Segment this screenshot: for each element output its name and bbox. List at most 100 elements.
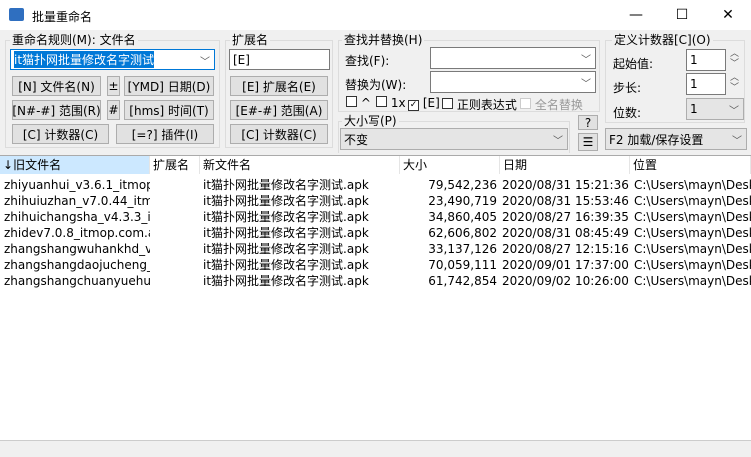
range-button[interactable]: [N#-#] 范围(R) — [12, 100, 101, 120]
start-spinner[interactable]: ︿ ﹀ — [730, 49, 739, 69]
table-row[interactable]: zhiyuanhui_v3.6.1_itmop.com.apk it猫扑网批量修改… — [0, 177, 751, 193]
case-label: 大小写(P) — [342, 114, 399, 128]
option-label: [E] — [422, 96, 440, 110]
table-row[interactable]: zhihuiuzhan_v7.0.44_itmop.com.a... it猫扑网批… — [0, 193, 751, 209]
checkbox[interactable] — [376, 96, 387, 107]
cell-location: C:\Users\mayn\Deskt — [634, 226, 751, 240]
case-value: 不变 — [344, 132, 369, 147]
cell-size: 33,137,126 — [428, 242, 497, 256]
cell-location: C:\Users\mayn\Deskt — [634, 194, 751, 208]
cell-date: 2020/08/31 08:45:49 — [502, 226, 629, 240]
column-size[interactable]: 大小 — [400, 156, 500, 174]
status-bar — [0, 440, 751, 457]
file-list[interactable]: ↓旧文件名 扩展名 新文件名 大小 日期 位置 zhiyuanhui_v3.6.… — [0, 155, 751, 440]
chevron-down-icon: ﹀ — [581, 55, 591, 66]
step-input[interactable]: 1 — [686, 73, 726, 95]
checkbox[interactable] — [346, 96, 357, 107]
cell-new-name: it猫扑网批量修改名字测试.apk — [203, 178, 369, 192]
column-new-name[interactable]: 新文件名 — [200, 156, 400, 174]
rename-rule-combo[interactable]: it猫扑网批量修改名字测试 ﹀ — [10, 49, 215, 70]
cell-size: 70,059,111 — [428, 258, 497, 272]
cell-size: 23,490,719 — [428, 194, 497, 208]
chevron-down-icon: ﹀ — [553, 136, 563, 147]
chevron-down-icon: ﹀ — [729, 106, 739, 117]
step-spinner[interactable]: ︿ ﹀ — [730, 73, 739, 93]
cell-old-name: zhiyuanhui_v3.6.1_itmop.com.apk — [4, 178, 150, 192]
option-extension[interactable]: ✓ [E] — [408, 96, 440, 111]
ext-counter-button[interactable]: [C] 计数器(C) — [230, 124, 328, 144]
cell-new-name: it猫扑网批量修改名字测试.apk — [203, 210, 369, 224]
option-label: 正则表达式 — [456, 98, 517, 112]
chevron-down-icon: ﹀ — [732, 136, 742, 147]
start-label: 起始值: — [613, 57, 654, 71]
cell-old-name: zhidev7.0.8_itmop.com.apk — [4, 226, 150, 240]
counter-label: 定义计数器[C](O) — [612, 33, 713, 47]
ext-extension-button[interactable]: [E] 扩展名(E) — [230, 76, 328, 96]
close-button[interactable]: ✕ — [705, 0, 751, 30]
option-fullname[interactable]: 全名替换 — [520, 96, 583, 113]
app-icon — [9, 8, 24, 21]
hash-button[interactable]: # — [107, 100, 120, 120]
cell-date: 2020/08/31 15:53:46 — [502, 194, 629, 208]
replace-combo[interactable]: ﹀ — [430, 71, 596, 93]
table-row[interactable]: zhihuichangsha_v4.3.3_itmop.com... it猫扑网批… — [0, 209, 751, 225]
replace-label: 替换为(W): — [345, 78, 407, 92]
case-combo[interactable]: 不变 ﹀ — [340, 128, 568, 150]
cell-new-name: it猫扑网批量修改名字测试.apk — [203, 274, 369, 288]
window-title: 批量重命名 — [32, 10, 93, 24]
find-combo[interactable]: ﹀ — [430, 47, 596, 69]
option-label: ^ — [360, 96, 371, 110]
date-button[interactable]: [YMD] 日期(D) — [124, 76, 214, 96]
option-once[interactable]: 1x — [376, 96, 406, 110]
cell-new-name: it猫扑网批量修改名字测试.apk — [203, 258, 369, 272]
extension-input[interactable]: [E] — [229, 49, 330, 70]
cell-date: 2020/08/31 15:21:36 — [502, 178, 629, 192]
column-date[interactable]: 日期 — [500, 156, 630, 174]
table-row[interactable]: zhidev7.0.8_itmop.com.apk it猫扑网批量修改名字测试.a… — [0, 225, 751, 241]
option-caret[interactable]: ^ — [346, 96, 371, 110]
plugin-button[interactable]: [=?] 插件(I) — [116, 124, 214, 144]
chevron-down-icon: ﹀ — [200, 57, 210, 68]
cell-location: C:\Users\mayn\Deskt — [634, 210, 751, 224]
time-button[interactable]: [hms] 时间(T) — [124, 100, 214, 120]
cell-size: 62,606,802 — [428, 226, 497, 240]
option-regex[interactable]: 正则表达式 — [442, 96, 517, 113]
cell-location: C:\Users\mayn\Deskt — [634, 274, 751, 288]
checkbox[interactable] — [520, 98, 531, 109]
cell-location: C:\Users\mayn\Deskt — [634, 258, 751, 272]
digits-label: 位数: — [613, 106, 642, 120]
help-button[interactable]: ? — [578, 115, 598, 130]
column-label: 旧文件名 — [13, 158, 62, 172]
option-label: 全名替换 — [534, 98, 583, 112]
table-row[interactable]: zhangshangdaojucheng_v4.1.6.0_... it猫扑网批量… — [0, 257, 751, 273]
digits-value: 1 — [690, 102, 698, 116]
cell-old-name: zhihuiuzhan_v7.0.44_itmop.com.a... — [4, 194, 150, 208]
cell-old-name: zhangshangchuanyuehuoxian_v3... — [4, 274, 150, 288]
table-row[interactable]: zhangshangchuanyuehuoxian_v3... it猫扑网批量修改… — [0, 273, 751, 289]
filename-button[interactable]: [N] 文件名(N) — [12, 76, 101, 96]
plusminus-button[interactable]: ± — [107, 76, 120, 96]
settings-value: F2 加载/保存设置 — [609, 132, 704, 147]
table-row[interactable]: zhangshangwuhankhd_v5.6.0_itm... it猫扑网批量修… — [0, 241, 751, 257]
list-button[interactable]: ☰ — [578, 133, 598, 151]
rename-rule-value: it猫扑网批量修改名字测试 — [14, 51, 155, 68]
extension-label: 扩展名 — [230, 33, 271, 47]
cell-size: 61,742,854 — [428, 274, 497, 288]
column-location[interactable]: 位置 — [630, 156, 751, 174]
maximize-button[interactable]: ☐ — [659, 0, 705, 30]
column-extension[interactable]: 扩展名 — [150, 156, 200, 174]
cell-date: 2020/09/01 17:37:00 — [502, 258, 629, 272]
counter-button[interactable]: [C] 计数器(C) — [12, 124, 109, 144]
settings-combo[interactable]: F2 加载/保存设置 ﹀ — [605, 128, 747, 150]
minimize-button[interactable]: — — [613, 0, 659, 30]
column-old-name[interactable]: ↓旧文件名 — [0, 156, 150, 174]
digits-combo[interactable]: 1 ﹀ — [686, 98, 744, 120]
checkbox-checked[interactable]: ✓ — [408, 100, 419, 111]
cell-location: C:\Users\mayn\Deskt — [634, 178, 751, 192]
ext-range-button[interactable]: [E#-#] 范围(A) — [230, 100, 328, 120]
chevron-down-icon: ﹀ — [581, 79, 591, 90]
start-input[interactable]: 1 — [686, 49, 726, 71]
find-replace-label: 查找并替换(H) — [342, 33, 425, 47]
checkbox[interactable] — [442, 98, 453, 109]
cell-old-name: zhangshangwuhankhd_v5.6.0_itm... — [4, 242, 150, 256]
